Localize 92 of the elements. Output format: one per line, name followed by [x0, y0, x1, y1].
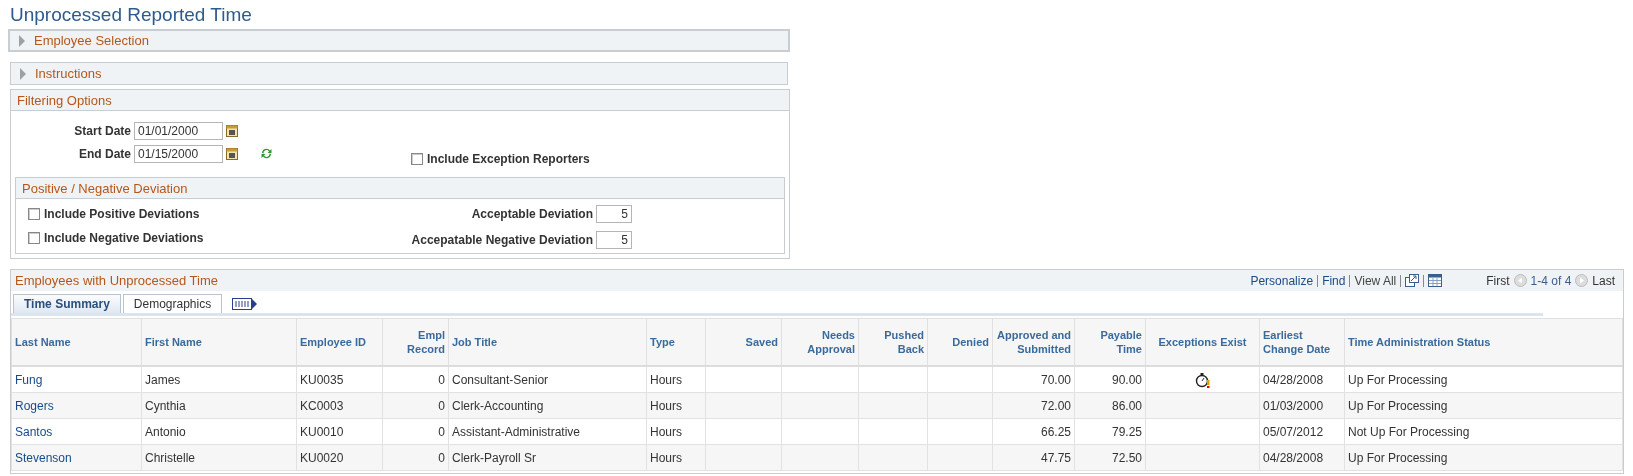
toolbar-link[interactable]: Find [1322, 273, 1346, 288]
table-cell: Clerk-Accounting [452, 398, 544, 413]
field-label: Accepatable Negative Deviation [411, 233, 593, 247]
column-header[interactable]: Empl Record [382, 318, 449, 366]
grid-tab[interactable]: Time Summary [13, 294, 121, 313]
toolbar-link[interactable]: Personalize [1250, 273, 1314, 288]
table-cell: 05/07/2012 [1263, 424, 1324, 439]
next-icon[interactable] [1575, 274, 1589, 287]
collapsible-section[interactable]: Instructions [10, 62, 788, 85]
table-cell: Consultant-Senior [452, 372, 549, 387]
table-cell: 04/28/2008 [1263, 372, 1324, 387]
refresh-icon[interactable] [260, 147, 273, 160]
column-header[interactable]: Earliest Change Date [1259, 318, 1345, 366]
checkbox-label: Include Negative Deviations [44, 231, 204, 245]
column-header[interactable]: Last Name [11, 318, 142, 366]
checkbox-label: Include Exception Reporters [427, 151, 590, 166]
previous-icon[interactable] [1513, 274, 1527, 287]
expand-arrow-icon [18, 34, 26, 47]
collapsible-section[interactable]: Employee Selection [8, 29, 790, 52]
field-label: Start Date [73, 123, 131, 138]
checkbox[interactable] [411, 152, 423, 165]
table-cell: Assistant-Administrative [452, 424, 581, 439]
pager-range: 1-4 of 4 [1530, 273, 1572, 288]
calendar-icon[interactable] [226, 124, 238, 137]
column-header[interactable]: Time Administration Status [1344, 318, 1623, 366]
table-cell: 0 [438, 398, 445, 413]
column-header[interactable]: Employee ID [296, 318, 383, 366]
table-cell: Christelle [145, 450, 195, 465]
table-cell: 66.25 [1040, 424, 1071, 439]
column-header[interactable]: Needs Approval [781, 318, 859, 366]
table-cell: 90.00 [1111, 372, 1142, 387]
grid-tab[interactable]: Demographics [122, 294, 223, 313]
grid-title: Employees with Unprocessed Time [15, 273, 219, 288]
table-cell: KU0020 [300, 450, 344, 465]
table-cell: 86.00 [1111, 398, 1142, 413]
table-cell: KU0035 [300, 372, 344, 387]
new-window-icon[interactable] [1405, 274, 1420, 287]
employee-link[interactable]: Fung [15, 372, 43, 387]
table-cell: KU0010 [300, 424, 344, 439]
table-cell: Up For Processing [1348, 450, 1448, 465]
toolbar-link[interactable]: View All [1354, 273, 1397, 288]
table-cell: 72.00 [1040, 398, 1071, 413]
pager-label: First [1486, 273, 1510, 288]
employee-link[interactable]: Rogers [15, 398, 54, 413]
date-field[interactable]: 01/01/2000 [134, 121, 223, 140]
table-cell: Hours [650, 398, 682, 413]
deviation-field[interactable]: 5 [596, 231, 632, 249]
table-cell: Cynthia [145, 398, 186, 413]
table-cell: 70.00 [1040, 372, 1071, 387]
table-cell: 01/03/2000 [1263, 398, 1324, 413]
table-cell: Antonio [145, 424, 186, 439]
table-cell: James [145, 372, 181, 387]
field-label: End Date [78, 146, 131, 161]
table-cell: Up For Processing [1348, 372, 1448, 387]
panel-title: Positive / Negative Deviation [22, 180, 188, 196]
table-cell: 0 [438, 372, 445, 387]
table-cell: KC0003 [300, 398, 344, 413]
panel-title: Filtering Options [17, 92, 112, 108]
table-cell: 72.50 [1111, 450, 1142, 465]
table-cell: 0 [438, 450, 445, 465]
date-field[interactable]: 01/15/2000 [134, 144, 223, 163]
employee-link[interactable]: Santos [15, 424, 53, 439]
column-header[interactable]: Payable Time [1074, 318, 1146, 366]
column-header[interactable]: Job Title [448, 318, 647, 366]
deviation-field[interactable]: 5 [596, 205, 632, 223]
table-cell: 0 [438, 424, 445, 439]
table-cell: 47.75 [1040, 450, 1071, 465]
column-header[interactable]: First Name [141, 318, 297, 366]
column-header[interactable]: Type [646, 318, 706, 366]
show-all-columns-icon[interactable] [232, 297, 259, 311]
column-header[interactable]: Saved [705, 318, 782, 366]
checkbox[interactable] [28, 208, 40, 220]
checkbox-label: Include Positive Deviations [44, 207, 200, 221]
table-cell: 79.25 [1111, 424, 1142, 439]
pager-label: Last [1592, 273, 1615, 288]
column-header[interactable]: Exceptions Exist [1145, 318, 1260, 366]
table-cell: Hours [650, 372, 682, 387]
column-header[interactable]: Pushed Back [858, 318, 928, 366]
spreadsheet-icon[interactable] [1428, 274, 1443, 287]
table-cell: Clerk-Payroll Sr [452, 450, 536, 465]
table-cell: Not Up For Processing [1348, 424, 1470, 439]
table-cell: Hours [650, 450, 682, 465]
checkbox[interactable] [28, 232, 40, 244]
expand-arrow-icon [19, 67, 27, 80]
field-label: Acceptable Deviation [471, 207, 593, 221]
column-header[interactable]: Denied [927, 318, 993, 366]
table-cell: Up For Processing [1348, 398, 1448, 413]
page-title: Unprocessed Reported Time [10, 4, 253, 26]
table-cell: Hours [650, 424, 682, 439]
column-header[interactable]: Approved and Submitted [992, 318, 1075, 366]
table-cell: 04/28/2008 [1263, 450, 1324, 465]
calendar-icon[interactable] [226, 147, 238, 160]
